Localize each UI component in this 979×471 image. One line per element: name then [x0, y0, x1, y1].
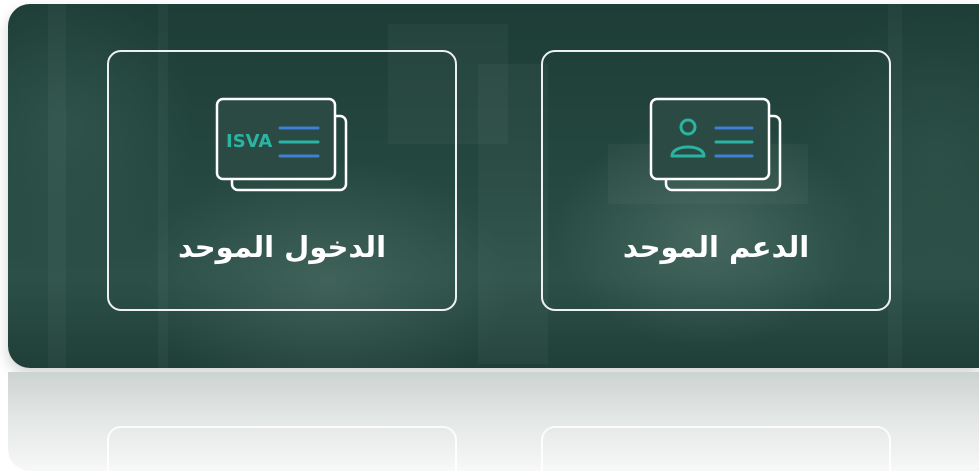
support-card-reflection [541, 426, 891, 471]
login-card-reflection [107, 426, 457, 471]
services-banner: ISVA الدخول الموحد الدعم الموحد [0, 0, 979, 471]
background-panel: ISVA الدخول الموحد الدعم الموحد [8, 4, 979, 368]
unified-support-label: الدعم الموحد [622, 230, 810, 264]
unified-login-label: الدخول الموحد [177, 230, 387, 264]
panel-reflection [8, 372, 979, 471]
unified-support-card[interactable]: الدعم الموحد [541, 50, 891, 311]
unified-login-card[interactable]: ISVA الدخول الموحد [107, 50, 457, 311]
isva-badge-text: ISVA [226, 131, 272, 152]
user-id-card-icon [649, 97, 782, 192]
id-card-isva-icon: ISVA [215, 97, 348, 192]
